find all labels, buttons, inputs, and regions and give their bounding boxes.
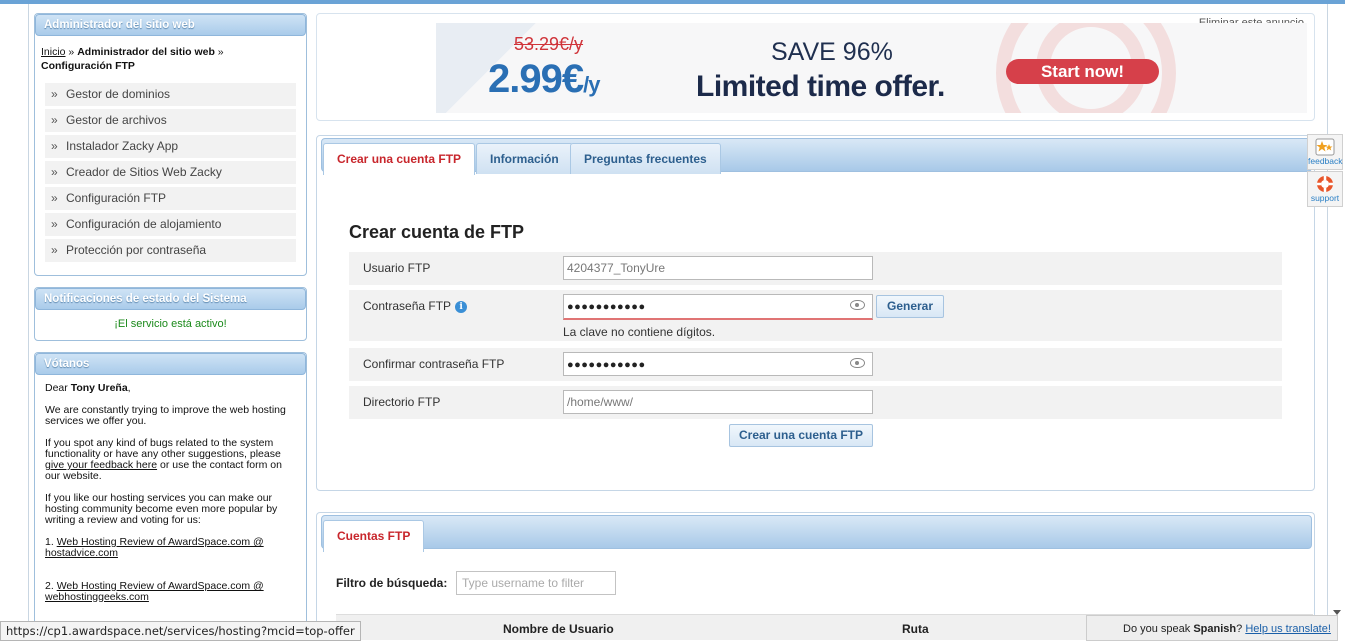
breadcrumb: Inicio » Administrador del sitio web » C…	[35, 36, 306, 73]
sidebar-vote-box: Vótanos Dear Tony Ureña, We are constant…	[34, 352, 307, 641]
support-widget[interactable]: support	[1307, 171, 1343, 207]
column-header-path[interactable]: Ruta	[902, 622, 929, 636]
form-title: Crear cuenta de FTP	[349, 222, 525, 242]
user-name: Tony Ureña	[70, 382, 128, 394]
vote-paragraph: We are constantly trying to improve the …	[45, 404, 286, 427]
ad-container: Eliminar este anuncio 53.29€/y 2.99€/y S…	[316, 13, 1315, 121]
ad-banner[interactable]: 53.29€/y 2.99€/y SAVE 96% Limited time o…	[436, 23, 1307, 113]
tab-ftp-accounts[interactable]: Cuentas FTP	[323, 520, 425, 552]
sidebar-item-domain-manager[interactable]: » Gestor de dominios	[45, 83, 296, 106]
sidebar-item-ftp-config[interactable]: » Configuración FTP	[45, 187, 296, 210]
breadcrumb-separator: »	[214, 46, 224, 58]
sidebar-item-label: Gestor de archivos	[66, 113, 167, 127]
tab-create-ftp[interactable]: Crear una cuenta FTP	[323, 143, 476, 175]
menu-bullet: »	[51, 139, 58, 153]
sidebar-item-label: Configuración de alojamiento	[66, 217, 222, 231]
ad-new-price: 2.99€/y	[488, 57, 600, 101]
lifebuoy-icon	[1315, 175, 1335, 193]
sidebar-status-box: Notificaciones de estado del Sistema ¡El…	[34, 287, 307, 341]
sidebar-item-label: Creador de Sitios Web Zacky	[66, 165, 222, 179]
sidebar-item-site-builder[interactable]: » Creador de Sitios Web Zacky	[45, 161, 296, 184]
ftp-password-label: Contraseña FTP i	[363, 299, 468, 313]
sidebar-status-title: Notificaciones de estado del Sistema	[35, 288, 306, 310]
vote-content: Dear Tony Ureña, We are constantly tryin…	[35, 375, 306, 603]
review-link-webhostinggeeks[interactable]: Web Hosting Review of AwardSpace.com @ w…	[45, 580, 264, 603]
sidebar-item-password-protection[interactable]: » Protección por contraseña	[45, 239, 296, 262]
ftp-password-input[interactable]: ●●●●●●●●●●●	[563, 294, 873, 320]
tab-faq[interactable]: Preguntas frecuentes	[570, 143, 721, 174]
review-item: 2. Web Hosting Review of AwardSpace.com …	[45, 580, 264, 603]
ftp-directory-label: Directorio FTP	[363, 395, 441, 409]
sidebar-item-label: Configuración FTP	[66, 191, 167, 205]
generate-button[interactable]: Generar	[876, 295, 944, 318]
feedback-label: feedback	[1308, 156, 1343, 166]
tab-info[interactable]: Información	[476, 143, 573, 174]
filter-label: Filtro de búsqueda:	[336, 576, 448, 590]
menu-bullet: »	[51, 191, 58, 205]
menu-bullet: »	[51, 243, 58, 257]
ftp-tabbar: Crear una cuenta FTP Información Pregunt…	[321, 138, 1312, 175]
review-link-hostadvice[interactable]: Web Hosting Review of AwardSpace.com @ h…	[45, 536, 264, 559]
sidebar-item-label: Gestor de dominios	[66, 87, 171, 101]
help-translate-link[interactable]: Help us translate!	[1245, 623, 1331, 635]
row-ftp-confirm: Confirmar contraseña FTP ●●●●●●●●●●●	[349, 348, 1282, 381]
menu-bullet: »	[51, 87, 58, 101]
filter-input[interactable]: Type username to filter	[456, 571, 616, 595]
star-icon	[1315, 138, 1335, 156]
browser-status-url: https://cp1.awardspace.net/services/host…	[0, 621, 361, 641]
sidebar-menu: » Gestor de dominios » Gestor de archivos …	[45, 83, 296, 262]
sidebar-admin-title: Administrador del sitio web	[35, 14, 306, 36]
sidebar-item-label: Instalador Zacky App	[66, 139, 179, 153]
accounts-tabbar: Cuentas FTP	[321, 515, 1312, 552]
vote-paragraph: If you spot any kind of bugs related to …	[45, 437, 282, 482]
sidebar-item-label: Protección por contraseña	[66, 243, 207, 257]
support-label: support	[1310, 193, 1340, 203]
ftp-user-input[interactable]: 4204377_TonyUre	[563, 256, 873, 280]
sidebar-admin-box: Administrador del sitio web Inicio » Adm…	[34, 13, 307, 276]
row-ftp-password: Contraseña FTP i ●●●●●●●●●●● Generar La c…	[349, 290, 1282, 341]
row-ftp-directory: Directorio FTP /home/www/	[349, 386, 1282, 419]
eye-icon[interactable]	[850, 300, 865, 310]
breadcrumb-current: Configuración FTP	[41, 60, 135, 72]
feedback-widget[interactable]: feedback	[1307, 134, 1343, 170]
ftp-directory-input[interactable]: /home/www/	[563, 390, 873, 414]
ad-headline: Limited time offer.	[696, 70, 945, 103]
ftp-confirm-label: Confirmar contraseña FTP	[363, 357, 505, 371]
status-text: ¡El servicio está activo!	[114, 318, 227, 330]
scroll-down-arrow[interactable]	[1333, 610, 1341, 615]
ftp-user-label: Usuario FTP	[363, 261, 431, 275]
ftp-create-panel: Crear una cuenta FTP Información Pregunt…	[316, 135, 1315, 491]
password-error-text: La clave no contiene dígitos.	[563, 325, 716, 339]
password-dots: ●●●●●●●●●●●	[567, 359, 646, 371]
column-header-username[interactable]: Nombre de Usuario	[503, 622, 614, 636]
ad-old-price: 53.29€/y	[514, 34, 584, 54]
sidebar-item-hosting-config[interactable]: » Configuración de alojamiento	[45, 213, 296, 236]
create-ftp-button[interactable]: Crear una cuenta FTP	[729, 424, 873, 447]
ftp-confirm-input[interactable]: ●●●●●●●●●●●	[563, 352, 873, 376]
sidebar-vote-title: Vótanos	[35, 353, 306, 375]
scrollbar[interactable]	[1328, 4, 1345, 641]
menu-bullet: »	[51, 217, 58, 231]
password-dots: ●●●●●●●●●●●	[567, 301, 646, 313]
sidebar-item-zacky-app[interactable]: » Instalador Zacky App	[45, 135, 296, 158]
info-icon[interactable]: i	[455, 301, 468, 313]
breadcrumb-home-link[interactable]: Inicio	[41, 46, 66, 58]
menu-bullet: »	[51, 165, 58, 179]
vote-greeting: Dear Tony Ureña,	[45, 382, 131, 394]
breadcrumb-separator: »	[65, 46, 78, 58]
ad-save-text: SAVE 96%	[771, 38, 893, 66]
translate-bar: Do you speak Spanish? Help us translate!	[1086, 615, 1338, 641]
eye-icon[interactable]	[850, 358, 865, 368]
review-item: 1. Web Hosting Review of AwardSpace.com …	[45, 536, 264, 559]
menu-bullet: »	[51, 113, 58, 127]
ad-start-button[interactable]: Start now!	[1006, 59, 1159, 84]
breadcrumb-section: Administrador del sitio web	[77, 46, 215, 58]
vote-paragraph: If you like our hosting services you can…	[45, 492, 278, 526]
row-ftp-user: Usuario FTP 4204377_TonyUre	[349, 252, 1282, 285]
language-name: Spanish	[1193, 623, 1237, 635]
sidebar-item-file-manager[interactable]: » Gestor de archivos	[45, 109, 296, 132]
